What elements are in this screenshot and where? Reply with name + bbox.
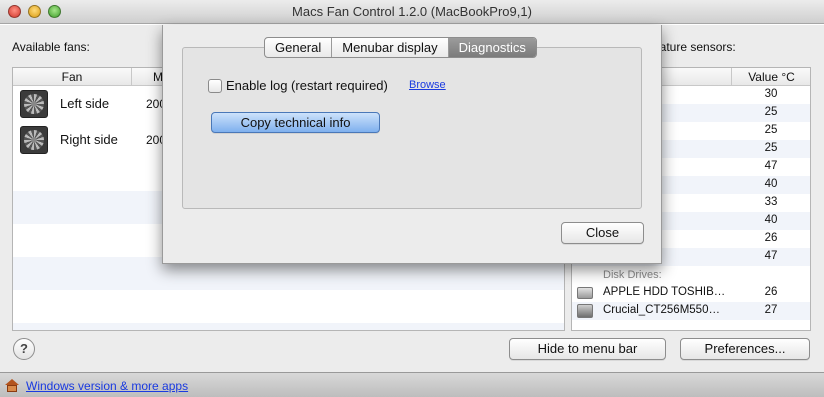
sensor-value: 26 [764, 286, 778, 298]
fan-icon [20, 126, 48, 154]
sensor-value: 47 [764, 250, 778, 262]
enable-log-label[interactable]: Enable log (restart required) [226, 78, 388, 93]
close-sheet-button[interactable]: Close [561, 222, 644, 244]
fan-icon [20, 90, 48, 118]
home-icon [5, 379, 19, 392]
sensor-row-disk[interactable]: Crucial_CT256M550… 27 [572, 302, 810, 320]
copy-technical-info-button[interactable]: Copy technical info [211, 112, 380, 133]
sensor-value: 26 [764, 232, 778, 244]
fan-column-header[interactable]: Fan [13, 70, 131, 84]
fan-name: Right side [60, 132, 118, 147]
sensor-value: 40 [764, 178, 778, 190]
tab-general[interactable]: General [265, 38, 333, 57]
sensor-row-disk[interactable]: APPLE HDD TOSHIB… 26 [572, 284, 810, 302]
sensor-value: 25 [764, 142, 778, 154]
window-title: Macs Fan Control 1.2.0 (MacBookPro9,1) [292, 4, 532, 19]
ssd-icon [577, 304, 593, 318]
tab-diagnostics[interactable]: Diagnostics [448, 38, 536, 57]
browse-link[interactable]: Browse [409, 79, 446, 91]
fan-name: Left side [60, 96, 110, 111]
disk-drives-group-label: Disk Drives: [603, 269, 662, 281]
hdd-icon [577, 287, 593, 299]
sensor-value: 33 [764, 196, 778, 208]
sensor-value: 27 [764, 304, 778, 316]
sensor-value: 25 [764, 124, 778, 136]
sensor-value: 40 [764, 214, 778, 226]
tab-bar: General Menubar display Diagnostics [264, 37, 537, 58]
bottom-bar: Windows version & more apps [0, 372, 824, 397]
hide-to-menu-bar-button[interactable]: Hide to menu bar [509, 338, 666, 360]
sensors-section-label: erature sensors: [649, 40, 736, 54]
fans-section-label: Available fans: [12, 40, 90, 54]
preferences-button[interactable]: Preferences... [680, 338, 810, 360]
windows-version-link[interactable]: Windows version & more apps [26, 379, 188, 393]
help-button[interactable]: ? [13, 338, 35, 360]
enable-log-checkbox[interactable] [208, 79, 222, 93]
sensor-value: 25 [764, 106, 778, 118]
empty-row [13, 290, 564, 323]
tab-menubar-display[interactable]: Menubar display [332, 38, 449, 57]
preferences-sheet: General Menubar display Diagnostics Enab… [162, 25, 662, 264]
fan-second-column-header[interactable]: M [131, 68, 163, 86]
sensor-value: 30 [764, 88, 778, 100]
title-bar: Macs Fan Control 1.2.0 (MacBookPro9,1) [0, 0, 824, 24]
sensor-name: Crucial_CT256M550… [603, 304, 720, 316]
sensor-name: APPLE HDD TOSHIB… [603, 286, 726, 298]
empty-row [13, 323, 564, 330]
sensor-value: 47 [764, 160, 778, 172]
value-column-header[interactable]: Value °C [731, 68, 810, 86]
